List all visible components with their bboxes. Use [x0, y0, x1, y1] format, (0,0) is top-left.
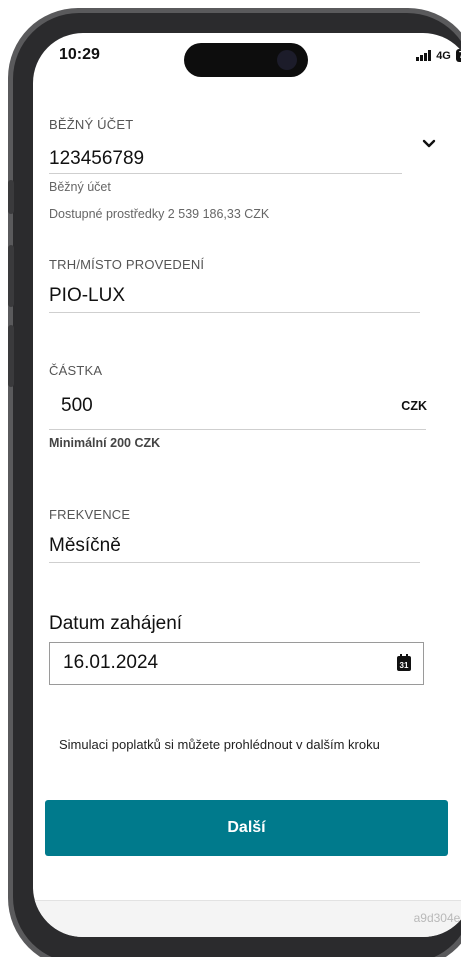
battery-icon: 72 — [455, 49, 461, 62]
start-date-value: 16.01.2024 — [63, 652, 159, 673]
amount-label: ČÁSTKA — [49, 363, 103, 378]
calendar-icon[interactable]: 31 — [397, 654, 411, 671]
account-label: BĚŽNÝ ÚČET — [49, 117, 134, 132]
amount-minimum-note: Minimální 200 CZK — [49, 436, 161, 450]
status-indicators: 4G 72 — [416, 49, 461, 62]
status-time: 10:29 — [59, 46, 100, 63]
account-underline — [49, 173, 402, 174]
fee-simulation-note: Simulaci poplatků si můžete prohlédnout … — [59, 737, 380, 752]
reference-code: a9d304e5 — [413, 911, 461, 925]
account-type: Běžný účet — [49, 180, 111, 194]
volume-down-button — [8, 325, 14, 387]
amount-underline — [49, 429, 426, 430]
screen: 10:29 4G 72 BĚŽNÝ ÚČET 123456789 Běžný ú… — [33, 33, 461, 937]
amount-input[interactable]: 500 — [61, 395, 93, 417]
account-number[interactable]: 123456789 — [49, 148, 144, 170]
chevron-down-icon[interactable] — [421, 136, 437, 152]
market-label: TRH/MÍSTO PROVEDENÍ — [49, 257, 205, 272]
frequency-value[interactable]: Měsíčně — [49, 535, 121, 557]
frequency-underline — [49, 562, 420, 563]
frequency-label: FREKVENCE — [49, 507, 131, 522]
volume-up-button — [8, 245, 14, 307]
camera-icon — [277, 50, 297, 70]
signal-icon — [416, 50, 432, 61]
footer-bar: a9d304e5 — [33, 900, 461, 937]
market-value[interactable]: PIO-LUX — [49, 285, 125, 307]
start-date-field[interactable]: 16.01.2024 31 — [49, 642, 424, 685]
market-underline — [49, 312, 420, 313]
available-funds: Dostupné prostředky 2 539 186,33 CZK — [49, 207, 270, 221]
mute-switch — [8, 180, 14, 214]
network-type: 4G — [436, 49, 451, 62]
next-button[interactable]: Další — [45, 800, 448, 856]
start-date-label: Datum zahájení — [49, 613, 183, 634]
amount-currency: CZK — [401, 399, 427, 413]
